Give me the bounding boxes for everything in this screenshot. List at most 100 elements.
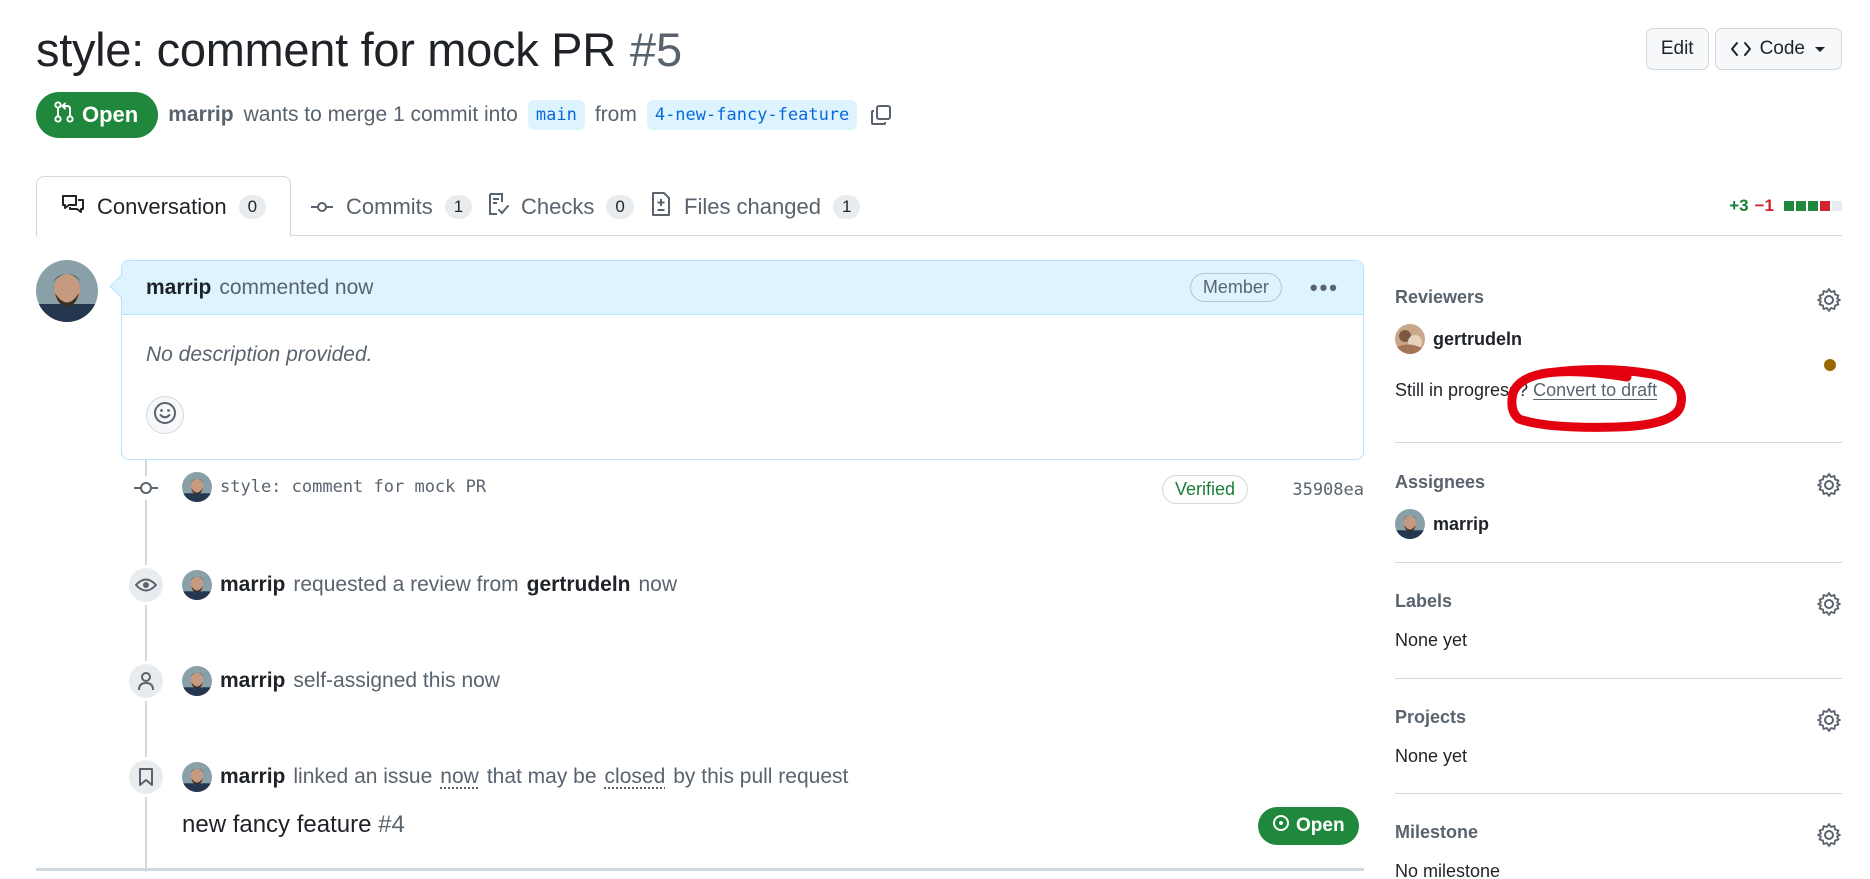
open-state-badge: Open: [36, 92, 159, 138]
linked-issue-name: new fancy feature: [182, 811, 372, 838]
add-reaction-button[interactable]: [146, 396, 184, 434]
pr-state-row: Open marrip wants to merge 1 commit into…: [36, 92, 893, 138]
assignee-name: marrip: [1433, 513, 1490, 534]
reviewer-item[interactable]: gertrudeln: [1395, 324, 1842, 354]
file-diff-icon: [650, 191, 672, 223]
comment-discussion-icon: [61, 193, 85, 221]
reviewers-section: Reviewers gertrudeln Still in progress? …: [1395, 287, 1842, 432]
head-branch[interactable]: 4-new-fancy-feature: [646, 100, 858, 130]
tab-files-changed-label: Files changed: [684, 193, 821, 219]
labels-value: None yet: [1395, 630, 1468, 650]
sidebar-divider: [1395, 442, 1842, 443]
assignees-gear-icon[interactable]: [1816, 472, 1842, 503]
tab-conversation[interactable]: Conversation 0: [36, 176, 292, 237]
labels-heading: Labels: [1395, 591, 1453, 611]
kebab-horizontal-icon[interactable]: •••: [1310, 275, 1339, 301]
pr-author-link[interactable]: marrip: [168, 103, 233, 127]
verified-badge[interactable]: Verified: [1162, 475, 1249, 504]
milestone-gear-icon[interactable]: [1816, 822, 1842, 853]
event-actor[interactable]: marrip: [220, 573, 285, 597]
event-text: by this pull request: [673, 765, 849, 788]
diffstat-blocks: [1784, 201, 1842, 211]
open-state-label: Open: [82, 102, 139, 127]
avatar[interactable]: [182, 666, 212, 696]
issue-open-label: Open: [1296, 815, 1345, 836]
eye-icon: [126, 565, 166, 605]
linked-issue-title[interactable]: new fancy feature #4: [182, 811, 405, 839]
avatar: [1395, 509, 1425, 539]
code-icon: [1730, 40, 1752, 58]
projects-value: None yet: [1395, 746, 1468, 766]
header-actions: Edit Code: [1645, 28, 1842, 70]
avatar: [1395, 324, 1425, 354]
event-actor[interactable]: marrip: [220, 669, 285, 693]
reviewers-heading: Reviewers: [1395, 287, 1485, 307]
avatar[interactable]: [182, 762, 212, 792]
member-badge: Member: [1189, 273, 1282, 302]
commit-message-link[interactable]: style: comment for mock PR: [220, 477, 486, 497]
event-text: self-assigned this now: [293, 669, 500, 692]
red-annotation-circle: [1507, 364, 1686, 432]
issue-opened-icon: [1272, 814, 1290, 838]
event-actor[interactable]: marrip: [220, 765, 285, 789]
event-text: that may be: [486, 765, 597, 788]
tab-files-changed[interactable]: Files changed 1: [626, 176, 884, 237]
git-commit-icon: [310, 194, 334, 220]
timeline-bottom-divider: [36, 868, 1364, 871]
reviewers-gear-icon[interactable]: [1816, 287, 1842, 318]
assignees-section: Assignees marrip: [1395, 472, 1842, 539]
pr-description-comment: marrip commented now Member ••• No descr…: [121, 260, 1364, 460]
smiley-icon: [153, 401, 177, 430]
chevron-down-icon: [1813, 44, 1827, 54]
tab-files-changed-count: 1: [832, 194, 861, 219]
closed-keyword[interactable]: closed: [605, 765, 666, 789]
git-commit-icon: [131, 476, 161, 500]
milestone-heading: Milestone: [1395, 822, 1479, 842]
diffstat: +3 −1: [1729, 196, 1842, 216]
code-button-label: Code: [1759, 38, 1805, 59]
merge-text: wants to merge 1 commit into: [243, 103, 518, 126]
edit-button-label: Edit: [1660, 38, 1694, 59]
projects-heading: Projects: [1395, 707, 1467, 727]
diffstat-deletions: −1: [1754, 196, 1774, 215]
person-icon: [126, 661, 166, 701]
commit-sha-link[interactable]: 35908ea: [1292, 480, 1364, 500]
linked-issue-number: #4: [378, 811, 405, 838]
event-reviewer[interactable]: gertrudeln: [527, 573, 631, 597]
sidebar-divider: [1395, 562, 1842, 563]
checklist-icon: [487, 192, 509, 222]
author-avatar[interactable]: [36, 260, 98, 322]
reviewer-name: gertrudeln: [1433, 328, 1523, 349]
from-text: from: [594, 103, 637, 126]
milestone-section: Milestone No milestone: [1395, 822, 1842, 879]
code-button[interactable]: Code: [1714, 28, 1842, 70]
pr-title-row: style: comment for mock PR #5: [36, 22, 682, 77]
milestone-value: No milestone: [1395, 861, 1501, 879]
sidebar-divider: [1395, 678, 1842, 679]
pr-tabs: Conversation 0 Commits 1 Checks 0 Files …: [36, 176, 1842, 237]
projects-gear-icon[interactable]: [1816, 707, 1842, 738]
diffstat-additions: +3: [1729, 196, 1749, 215]
event-text: requested a review from: [293, 573, 519, 596]
comment-body: No description provided.: [146, 343, 373, 366]
event-time[interactable]: now: [440, 765, 479, 789]
comment-header: marrip commented now Member •••: [122, 261, 1363, 315]
assignee-item[interactable]: marrip: [1395, 509, 1842, 539]
review-request-event: marrip requested a review from gertrudel…: [182, 570, 677, 600]
labels-gear-icon[interactable]: [1816, 591, 1842, 622]
issue-open-badge: Open: [1258, 807, 1359, 845]
comment-author[interactable]: marrip: [146, 276, 211, 300]
assignees-heading: Assignees: [1395, 472, 1486, 492]
comment-action: commented now: [219, 275, 374, 299]
sidebar-divider: [1395, 793, 1842, 794]
self-assign-event: marrip self-assigned this now: [182, 666, 500, 696]
edit-button[interactable]: Edit: [1645, 28, 1709, 70]
base-branch[interactable]: main: [527, 100, 585, 130]
pr-title: style: comment for mock PR: [36, 23, 616, 76]
copy-icon[interactable]: [869, 103, 893, 127]
tab-commits-label: Commits: [346, 193, 433, 219]
avatar[interactable]: [182, 472, 212, 502]
event-time[interactable]: now: [638, 573, 677, 597]
avatar[interactable]: [182, 570, 212, 600]
tab-checks-label: Checks: [521, 193, 595, 219]
